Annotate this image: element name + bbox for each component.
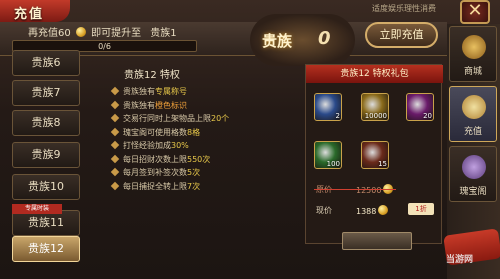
privilege-title: 贵族12 特权 [124,70,180,81]
red-orb-icon[interactable]: 15 [361,141,389,169]
privilege-item: 打怪经验加成30% [110,140,189,151]
privilege-item: 每日捕捉全转上限7次 [110,181,201,192]
current-price-label: 现价 [316,206,332,215]
recharge-now-button[interactable]: 立即充值 [365,22,438,48]
privilege-highlight: 8格 [187,127,201,137]
treasure-icon [462,155,486,179]
diamond-bullet-icon [110,100,120,109]
tab-recharge[interactable]: 充值 [449,86,497,142]
coin-icon [378,205,389,215]
buy-button[interactable] [342,232,412,250]
strikethrough-line [314,189,396,190]
sidebar-item-vip9[interactable]: 贵族9 [12,142,80,168]
item-count: 10000 [364,112,387,120]
privilege-panel: 贵族12 特权 贵族独有专属称号 贵族独有橙色标识 交易行同时上架物品上限20个 瑰宝… [100,60,302,279]
privilege-text: 交易行同时上架物品上限 [123,114,211,123]
gift-pack-title: 贵族12 特权礼包 [306,65,443,83]
privilege-highlight: 5次 [187,168,201,177]
privilege-text: 瑰宝阁可使用格数 [123,127,187,137]
diamond-bullet-icon [110,167,120,177]
privilege-item: 每日招财次数上限550次 [110,154,211,165]
tab-treasure[interactable]: 瑰宝阁 [449,146,497,202]
privilege-highlight: 550次 [187,154,211,164]
privilege-item: 瑰宝阁可使用格数8格 [110,127,201,138]
sidebar-item-vip6[interactable]: 贵族6 [12,50,80,76]
diamond-bullet-icon [110,113,120,123]
item-count: 15 [378,160,387,168]
current-price: 1388 [356,205,390,216]
diamond-bullet-icon [110,86,120,96]
diamond-bullet-icon [110,154,120,163]
privilege-item: 交易行同时上架物品上限20个 [110,113,230,124]
privilege-highlight: 30% [171,141,189,150]
privilege-text: 贵族独有 [123,100,155,110]
privilege-highlight: 7次 [187,181,201,191]
discount-badge: 1折 [408,203,434,215]
recharge-icon [462,95,486,119]
health-notice: 适度娱乐理性消费 [372,4,436,13]
tab-mall[interactable]: 商城 [449,26,497,82]
sidebar-item-vip8[interactable]: 贵族8 [12,110,80,136]
privilege-highlight: 橙色标识 [155,100,187,110]
gold-ingot-icon[interactable]: 10000 [361,93,389,121]
exclusive-costume-tag: 专属时装 [12,204,62,214]
privilege-text: 每日捕捉全转上限 [123,181,187,191]
tab-label: 充值 [463,127,482,137]
window-title: 充值 [0,0,70,22]
tab-label: 瑰宝阁 [459,187,487,197]
privilege-text: 打怪经验加成 [123,141,171,150]
sidebar-item-vip10[interactable]: 贵族10 [12,174,80,200]
diamond-bullet-icon [110,140,120,150]
gift-pack-panel: 贵族12 特权礼包 2 10000 20 100 15 [305,64,443,244]
close-button[interactable]: ✕ [460,0,490,24]
recharge-suffix: 即可提升至 [91,28,142,39]
item-count: 100 [326,160,340,168]
wings-icon[interactable]: 20 [406,93,434,121]
privilege-text: 贵族独有 [123,87,155,96]
vip-level: 0 [318,28,331,49]
privilege-item: 贵族独有专属称号 [110,86,187,97]
recharge-hint: 再充值60 即可提升至 贵族1 [28,24,177,39]
item-count: 2 [335,112,340,120]
privilege-text: 每月签到补签次数 [123,168,187,177]
privilege-item: 贵族独有橙色标识 [110,100,187,111]
coin-icon [75,27,86,37]
privilege-text: 每日招财次数上限 [123,154,187,164]
privilege-item: 每月签到补签次数5次 [110,167,201,178]
recharge-prefix: 再充值60 [28,28,71,39]
sidebar-item-vip12[interactable]: 贵族12 [12,236,80,262]
mall-icon [462,35,486,59]
fire-orb-icon[interactable]: 100 [314,141,342,169]
item-count: 20 [423,112,432,120]
sidebar-item-vip7[interactable]: 贵族7 [12,80,80,106]
tab-label: 商城 [463,67,482,77]
privilege-highlight: 20个 [211,114,230,123]
vip-label: 贵族 [262,32,293,50]
watermark: 当游网 [446,255,474,265]
privilege-highlight: 专属称号 [155,87,187,96]
diamond-bullet-icon [110,127,120,136]
ring-icon[interactable]: 2 [314,93,342,121]
vip-level-list: 贵族6 贵族7 贵族8 贵族9 贵族10 贵族11 贵族12 专属时装 [12,50,82,279]
diamond-bullet-icon [110,181,120,190]
recharge-target: 贵族1 [150,28,177,39]
